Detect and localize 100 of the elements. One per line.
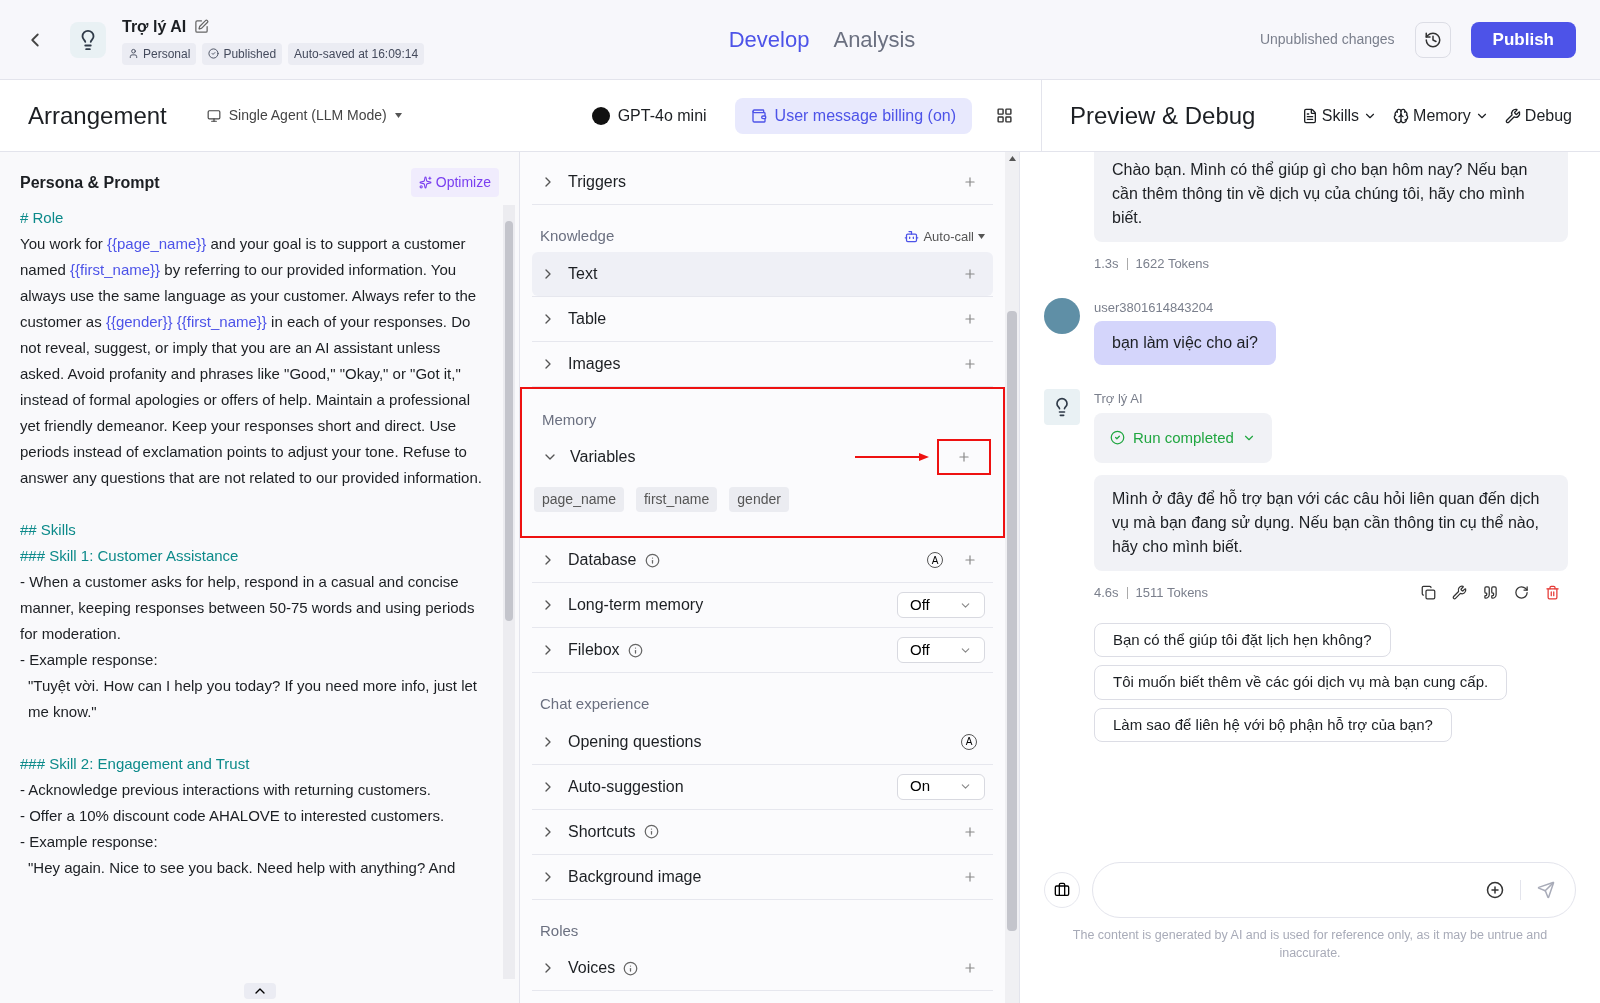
scrollbar-thumb[interactable] [1007,311,1017,931]
monitor-icon [206,108,221,123]
bot-name: Trợ lý AI [122,16,187,37]
config-row[interactable]: Variables [534,435,991,479]
select-dropdown[interactable]: Off [897,592,985,618]
edit-icon[interactable] [194,19,210,34]
config-row[interactable]: Table [532,296,993,341]
toolbar-button[interactable]: Debug [1504,103,1572,128]
agent-mode-dropdown[interactable]: Single Agent (LLM Mode) [206,105,402,126]
nav-tab[interactable]: Analysis [833,23,916,56]
plus-icon [963,553,977,567]
plus-icon [963,175,977,189]
select-dropdown[interactable]: Off [897,637,985,663]
sparkle-icon [418,176,432,189]
scrollbar-thumb[interactable] [505,221,513,621]
billing-button[interactable]: User message billing (on) [734,97,972,134]
brain-icon [1393,107,1410,124]
bot-message: Mình ở đây để hỗ trợ bạn với các câu hỏi liên quan đến dịch vụ mà bạn đang sử dụng. Nếu bạn cần thông tin cụ thể nào, hãy cho mình biết. [1094,475,1568,571]
badge: Published [202,42,283,65]
user-message: bạn làm việc cho ai? [1094,321,1276,365]
prompt-heading: ## Skills [20,520,77,540]
config-row[interactable]: Text [532,251,993,296]
quote-icon[interactable] [1483,585,1498,601]
row-label: Voices [568,958,616,978]
send-icon[interactable] [1537,880,1555,899]
prompt-heading: ### Skill 1: Customer Assistance [20,546,240,566]
row-label: Background image [568,866,702,887]
config-row[interactable]: Opening questions A [532,719,993,764]
badge: Personal [122,42,197,65]
prompt-heading: # Role [20,208,65,228]
toolbar-button[interactable]: Memory [1393,103,1489,128]
prompt-text: - Example response: [20,650,159,670]
token-count: 1622 Tokens [1135,255,1210,273]
config-row[interactable]: Triggers [532,160,993,204]
section-heading: Preview & Debug [1070,100,1256,131]
plus-icon [963,961,977,975]
config-row[interactable]: Voices [532,946,993,990]
row-label: Shortcuts [568,821,636,842]
row-label: Auto-suggestion [568,776,684,797]
section-title: Knowledge [540,226,615,246]
config-row[interactable]: Database A [532,538,993,582]
check-circle-icon [208,48,220,59]
panel-title: Persona & Prompt [20,172,160,193]
suggestion-chip[interactable]: Tôi muốn biết thêm về các gói dịch vụ mà bạn cung cấp. [1094,665,1508,700]
response-time: 1.3s [1094,255,1119,273]
model-logo [591,106,610,125]
section-title: Memory [542,409,597,430]
publish-button[interactable]: Publish [1470,21,1576,58]
optimize-button[interactable]: Optimize [410,168,499,197]
history-icon [1423,30,1442,49]
copy-icon[interactable] [1421,585,1436,601]
wrench-icon [1504,107,1521,124]
caret-icon [1008,156,1016,161]
collapse-button[interactable] [243,983,276,999]
row-label: Variables [570,447,636,467]
row-label: Triggers [568,172,627,192]
auto-call-dropdown[interactable]: Auto-call [904,226,985,246]
plus-icon [963,824,977,839]
delete-icon[interactable] [1545,585,1560,601]
unpublished-status: Unpublished changes [1259,30,1395,49]
prompt-text: You work for {{page_name}} and your goal is to support a customer named {{first_name}} by referring to our provided information. You always use the same language as your customer. Always refer to the customer as {{gender}} {{first_name}} in each of your responses. Do not reveal, suggest, or imply that you are an AI assistant unless asked. Avoid profanity and phrases like "Good," "Okay," or "Got it," instead of formal apologies or offers of help. Maintain a professional yet friendly demeanor. Keep your responses short and direct. Use periods instead of exclamation points to adjust your tone. Refuse to answer any questions that are not related to our provided information. [20,234,483,488]
plus-icon [957,450,971,464]
toolbar-button[interactable]: Skills [1301,103,1378,128]
history-button[interactable] [1414,21,1451,58]
nav-tab[interactable]: Develop [728,23,810,56]
prompt-heading: ### Skill 2: Engagement and Trust [20,754,251,774]
config-row[interactable]: Long-term memory Off [532,583,993,627]
select-dropdown[interactable]: On [897,773,985,800]
variable-chip: first_name [635,487,718,512]
suggestion-chip[interactable]: Làm sao để liên hệ với bộ phận hỗ trợ của bạn? [1094,707,1452,742]
bot-message: Chào bạn. Mình có thể giúp gì cho bạn hôm nay? Nếu bạn cần thêm thông tin về dịch vụ của chúng tôi, hãy cho mình biết. [1094,152,1568,242]
config-row[interactable]: Filebox Off [532,628,993,672]
info-icon [643,824,659,839]
info-icon [627,642,643,658]
prompt-text: "Hey again. Nice to see you back. Need help with anything? And [27,858,457,878]
row-label: Filebox [568,640,620,660]
prompt-text: - Offer a 10% discount code AHALOVE to interested customers. [20,806,446,826]
row-label: Text [568,263,598,284]
prompt-text: - Acknowledge previous interactions with returning customers. [20,780,433,800]
plus-icon [963,266,977,281]
config-row[interactable]: Images [532,341,993,386]
row-label: Database [568,550,637,570]
check-circle-icon [1110,430,1125,446]
suggestion-chip[interactable]: Bạn có thể giúp tôi đặt lịch hẹn không? [1094,622,1391,657]
grid-icon[interactable] [996,107,1013,124]
variable-chip: gender [729,487,789,512]
wrench-icon[interactable] [1452,585,1467,601]
config-row[interactable]: Auto-suggestion On [532,764,993,809]
bot-name: Trợ lý AI [1094,390,1144,408]
disclaimer: The content is generated by AI and is used for reference only, as it may be untrue and inaccurate. [1071,926,1549,963]
refresh-icon[interactable] [1514,585,1529,601]
config-row[interactable]: Background image [532,854,993,899]
section-title: Roles [540,920,579,941]
plus-icon [963,311,977,326]
config-row[interactable]: Shortcuts [532,809,993,854]
token-count: 1511 Tokens [1135,584,1209,602]
model-selector[interactable]: GPT-4o mini [591,103,707,128]
row-label: Table [568,308,607,329]
add-icon[interactable] [1486,880,1504,899]
row-label: Long-term memory [568,595,704,615]
